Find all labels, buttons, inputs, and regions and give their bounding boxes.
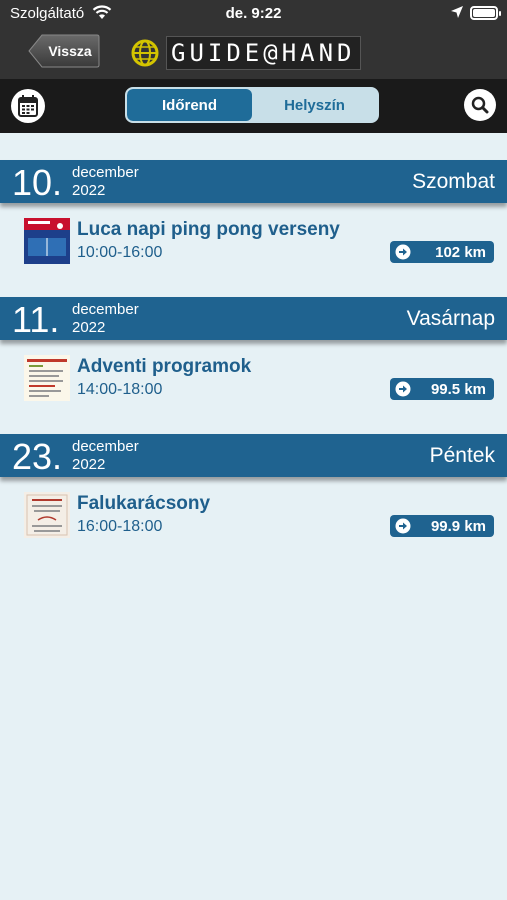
day-month: december [72, 301, 139, 318]
day-section: 10. december 2022 Szombat Luca napi ping… [0, 133, 507, 270]
tab-helyszin[interactable]: Helyszín [252, 89, 377, 121]
calendar-icon [18, 95, 38, 117]
event-item[interactable]: Falukarácsony 16:00-18:00 99.9 km [0, 487, 507, 538]
distance-badge[interactable]: 102 km [390, 241, 494, 263]
day-section: 11. december 2022 Vasárnap Adventi progr… [0, 270, 507, 407]
distance-badge[interactable]: 99.9 km [390, 515, 494, 537]
toolbar: Időrend Helyszín [0, 79, 507, 133]
day-weekday: Szombat [412, 170, 495, 193]
day-header: 11. december 2022 Vasárnap [0, 297, 507, 340]
event-item[interactable]: Adventi programok 14:00-18:00 99.5 km [0, 350, 507, 401]
calendar-button[interactable] [11, 89, 45, 123]
distance-badge[interactable]: 99.5 km [390, 378, 494, 400]
day-weekday: Péntek [429, 444, 495, 467]
tab-idorend[interactable]: Időrend [127, 89, 252, 121]
event-title: Falukarácsony [77, 493, 211, 514]
distance-value: 99.9 km [430, 518, 486, 535]
day-month: december [72, 164, 139, 181]
day-month: december [72, 438, 139, 455]
day-year: 2022 [72, 319, 106, 336]
app-logo: GUIDE@HAND [130, 36, 361, 70]
arrow-right-icon [395, 244, 411, 260]
status-bar: Szolgáltató de. 9:22 [0, 0, 507, 28]
day-number: 11. [12, 299, 60, 340]
top-bar: Szolgáltató de. 9:22 Vissza GUIDE@HAND [0, 0, 507, 79]
arrow-right-icon [395, 518, 411, 534]
event-list: 10. december 2022 Szombat Luca napi ping… [0, 133, 507, 544]
event-title: Luca napi ping pong verseny [77, 219, 340, 240]
status-time: de. 9:22 [225, 5, 282, 22]
day-weekday: Vasárnap [406, 307, 495, 330]
arrow-right-icon [395, 381, 411, 397]
event-item[interactable]: Luca napi ping pong verseny 10:00-16:00 … [0, 213, 507, 264]
day-header: 23. december 2022 Péntek [0, 434, 507, 477]
search-icon [471, 96, 489, 114]
distance-value: 102 km [435, 244, 486, 261]
event-time: 16:00-18:00 [77, 518, 163, 535]
day-year: 2022 [72, 456, 106, 473]
day-number: 10. [12, 162, 63, 203]
view-segmented-control: Időrend Helyszín [125, 87, 379, 123]
day-section: 23. december 2022 Péntek Falukarácsony 1… [0, 407, 507, 544]
day-header: 10. december 2022 Szombat [0, 160, 507, 203]
logo-text: GUIDE@HAND [166, 36, 361, 70]
event-thumbnail [24, 492, 70, 538]
back-button[interactable]: Vissza [28, 34, 100, 68]
event-time: 10:00-16:00 [77, 244, 163, 261]
day-number: 23. [12, 436, 63, 477]
event-thumbnail [24, 218, 70, 264]
battery-icon [470, 6, 501, 20]
location-arrow-icon [451, 6, 463, 18]
back-button-label: Vissza [48, 43, 92, 59]
event-time: 14:00-18:00 [77, 381, 163, 398]
event-title: Adventi programok [77, 356, 252, 377]
event-thumbnail [24, 355, 70, 401]
day-year: 2022 [72, 182, 106, 199]
search-button[interactable] [464, 89, 496, 121]
globe-icon [131, 39, 159, 67]
distance-value: 99.5 km [430, 381, 486, 398]
